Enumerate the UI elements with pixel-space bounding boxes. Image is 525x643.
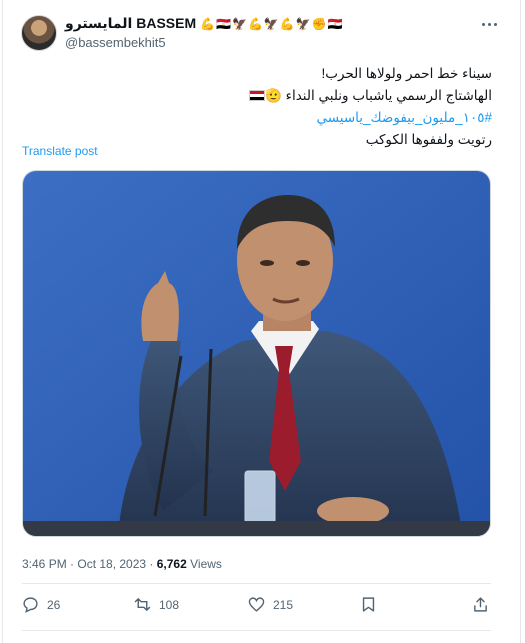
avatar[interactable] (21, 15, 57, 51)
egypt-flag-icon (249, 90, 266, 101)
more-options-icon[interactable] (480, 14, 500, 34)
reply-button[interactable]: 26 (22, 596, 60, 613)
share-button[interactable] (472, 596, 489, 613)
reply-count: 26 (47, 597, 61, 612)
share-icon (474, 597, 487, 612)
tweet-line-1: سيناء خط احمر ولولاها الحرب! (321, 66, 492, 81)
tweet-line-2-text: الهاشتاج الرسمي ياشباب ونلبي النداء (285, 88, 492, 103)
author-display-name[interactable]: المايسترو BASSEM (65, 15, 196, 32)
repost-icon (134, 598, 151, 611)
author-handle[interactable]: @bassembekhit5 (65, 35, 166, 50)
divider (22, 583, 491, 584)
salute-emoji: 🫡 (265, 88, 282, 103)
tweet-line-2: الهاشتاج الرسمي ياشباب ونلبي النداء 🫡 (32, 85, 492, 107)
repost-count: 108 (159, 597, 180, 612)
heart-icon (248, 597, 265, 612)
author-emojis: 💪🇪🇬🦅💪🦅💪🦅✊🇪🇬 (200, 16, 344, 31)
timestamp[interactable]: 3:46 PM · Oct 18, 2023 · (22, 557, 153, 571)
hashtag-link[interactable]: #١٠٥_مليون_بيفوضك_ياسيسي (317, 110, 493, 125)
view-count: 6,762 (156, 557, 187, 571)
tweet-text: سيناء خط احمر ولولاها الحرب! الهاشتاج ال… (32, 63, 492, 151)
tweet-image[interactable] (22, 170, 491, 537)
tweet-card: المايسترو BASSEM 💪🇪🇬🦅💪🦅💪🦅✊🇪🇬 @bassembekh… (2, 0, 521, 643)
reply-icon (23, 597, 38, 613)
repost-button[interactable]: 108 (134, 596, 179, 613)
bookmark-icon (362, 597, 375, 612)
author-row[interactable]: المايسترو BASSEM 💪🇪🇬🦅💪🦅💪🦅✊🇪🇬 (65, 15, 344, 32)
action-bar: 26 108 215 (22, 596, 498, 618)
divider (22, 630, 491, 631)
views-label: Views (190, 557, 222, 571)
like-button[interactable]: 215 (248, 596, 293, 613)
like-count: 215 (273, 597, 294, 612)
translate-post-link[interactable]: Translate post (22, 144, 98, 158)
tweet-metadata: 3:46 PM · Oct 18, 2023 · 6,762 Views (22, 557, 222, 571)
bookmark-button[interactable] (360, 596, 377, 613)
tweet-line-4: رتويت ولففوها الكوكب (365, 132, 492, 147)
